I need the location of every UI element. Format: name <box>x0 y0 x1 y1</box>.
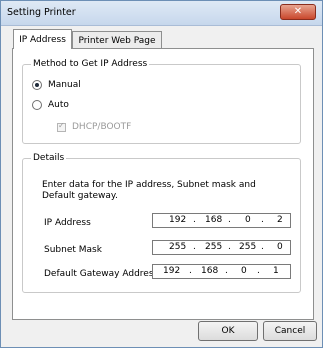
octet-1: 255 <box>169 242 187 252</box>
octet-separator: . <box>261 242 264 252</box>
close-button[interactable]: ✕ <box>280 4 316 20</box>
octet-separator: . <box>193 215 196 225</box>
tab-label: Printer Web Page <box>78 35 156 46</box>
dhcp-checkbox-row[interactable]: DHCP/BOOTF <box>57 121 132 132</box>
title-bar: Setting Printer ✕ <box>1 1 322 26</box>
window-title: Setting Printer <box>7 7 76 18</box>
radio-manual-row[interactable]: Manual <box>32 80 81 90</box>
cancel-button[interactable]: Cancel <box>263 321 317 341</box>
octet-separator: . <box>189 266 192 276</box>
octet-4: 0 <box>277 242 283 252</box>
tab-ip-address[interactable]: IP Address <box>13 29 72 49</box>
octet-3: 255 <box>239 242 257 252</box>
close-icon: ✕ <box>293 6 303 17</box>
octet-3: 0 <box>245 215 251 225</box>
tab-label: IP Address <box>19 34 66 45</box>
ip-address-label: IP Address <box>44 218 91 228</box>
octet-separator: . <box>257 266 260 276</box>
radio-auto-label: Auto <box>48 100 69 110</box>
default-gateway-input[interactable]: 192 . 168 . 0 . 1 <box>152 264 291 279</box>
dhcp-label: DHCP/BOOTF <box>72 122 132 132</box>
radio-auto[interactable] <box>32 100 42 110</box>
ok-button[interactable]: OK <box>198 321 258 341</box>
radio-manual-label: Manual <box>48 80 81 90</box>
ok-button-label: OK <box>221 326 235 336</box>
octet-3: 0 <box>241 266 247 276</box>
octet-1: 192 <box>163 266 181 276</box>
dhcp-checkbox[interactable] <box>57 121 66 132</box>
details-description: Enter data for the IP address, Subnet ma… <box>42 180 256 201</box>
octet-separator: . <box>261 215 264 225</box>
octet-2: 255 <box>205 242 223 252</box>
cancel-button-label: Cancel <box>274 326 306 336</box>
octet-2: 168 <box>205 215 223 225</box>
octet-separator: . <box>228 215 231 225</box>
radio-auto-row[interactable]: Auto <box>32 100 69 110</box>
octet-4: 1 <box>273 266 279 276</box>
subnet-mask-label: Subnet Mask <box>44 245 102 255</box>
octet-4: 2 <box>277 215 283 225</box>
method-legend: Method to Get IP Address <box>31 59 150 69</box>
octet-2: 168 <box>201 266 219 276</box>
octet-separator: . <box>225 266 228 276</box>
octet-separator: . <box>193 242 196 252</box>
octet-separator: . <box>228 242 231 252</box>
default-gateway-label: Default Gateway Address <box>44 269 159 279</box>
radio-manual[interactable] <box>32 80 42 90</box>
details-legend: Details <box>31 153 67 163</box>
tab-printer-web-page[interactable]: Printer Web Page <box>72 31 162 49</box>
ip-address-input[interactable]: 192 . 168 . 0 . 2 <box>152 213 291 228</box>
subnet-mask-input[interactable]: 255 . 255 . 255 . 0 <box>152 240 291 255</box>
setting-printer-dialog: Setting Printer ✕ IP Address Printer Web… <box>0 0 323 348</box>
octet-1: 192 <box>169 215 187 225</box>
